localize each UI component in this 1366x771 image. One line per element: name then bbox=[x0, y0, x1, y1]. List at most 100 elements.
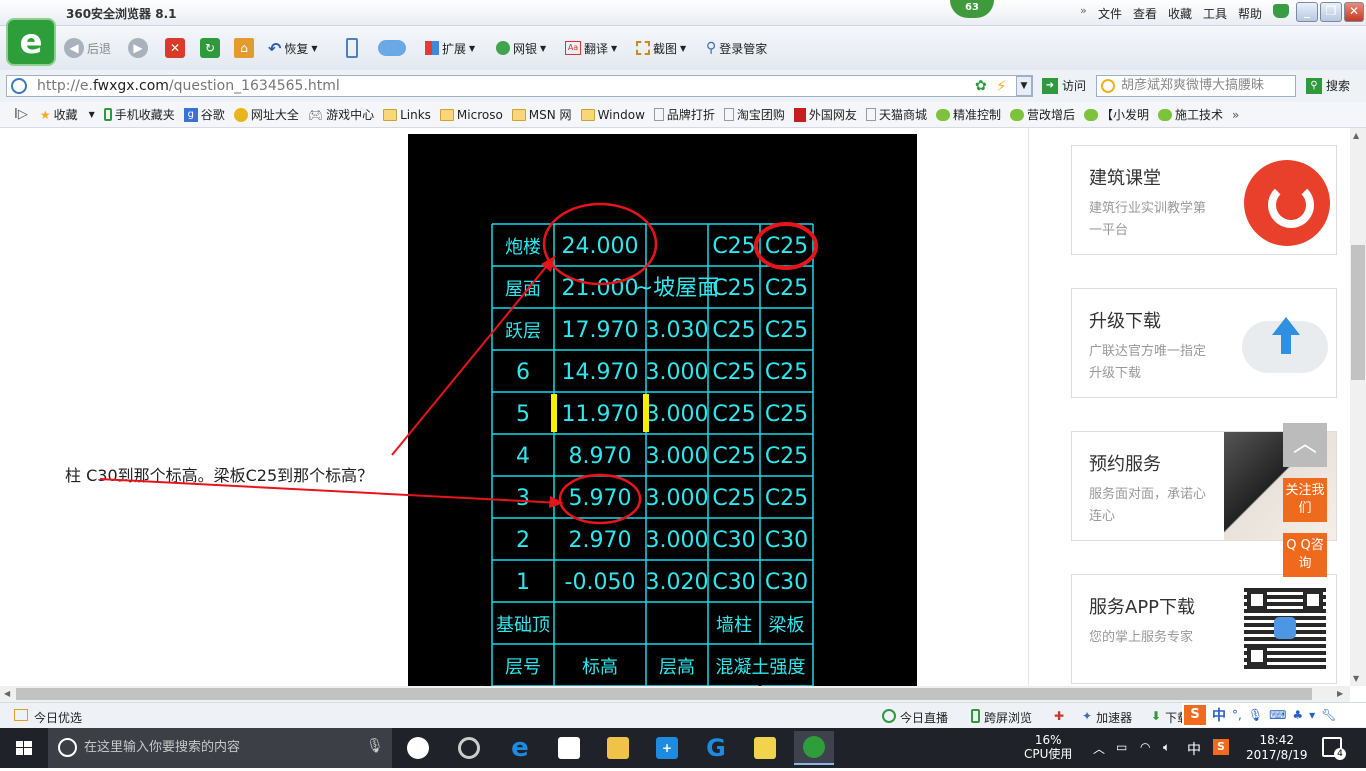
go-button[interactable]: ➜ 访问 bbox=[1042, 77, 1086, 94]
card-upgrade-download[interactable]: 升级下载 广联达官方唯一指定升级下载 bbox=[1071, 288, 1337, 398]
wifi-icon[interactable]: ◠ bbox=[1140, 740, 1150, 754]
fav-collect[interactable]: ★ 收藏 ▼ bbox=[40, 106, 95, 123]
refresh-icon: ↻ bbox=[200, 38, 220, 58]
back-button[interactable]: ◀ 后退 bbox=[64, 36, 111, 60]
fav-item[interactable]: 精准控制 bbox=[935, 106, 1001, 123]
fav-item[interactable]: Window bbox=[580, 108, 645, 122]
bank-button[interactable]: 网银 ▼ bbox=[496, 36, 546, 60]
skin-shirt-icon[interactable] bbox=[1273, 4, 1289, 18]
shirt-icon: ▾ bbox=[1309, 708, 1316, 722]
fav-item[interactable]: 天猫商城 bbox=[865, 106, 927, 123]
back-to-top-button[interactable]: ︿ bbox=[1283, 423, 1327, 467]
scroll-right-icon[interactable]: ▶ bbox=[1337, 689, 1343, 698]
qq-consult-button[interactable]: Q Q咨询 bbox=[1283, 533, 1327, 577]
scroll-down-icon[interactable]: ▼ bbox=[1353, 674, 1359, 683]
menu-tools[interactable]: 工具 bbox=[1203, 5, 1227, 22]
taskbar-app-store[interactable] bbox=[549, 731, 589, 765]
fav-item[interactable]: 网址大全 bbox=[233, 106, 299, 123]
cpu-meter[interactable]: 16% CPU使用 bbox=[1024, 733, 1072, 761]
fav-item[interactable]: 外国网友 bbox=[793, 106, 857, 123]
card-app-download[interactable]: 服务APP下载 您的掌上服务专家 bbox=[1071, 574, 1337, 684]
sogou-tray-icon[interactable]: S bbox=[1213, 739, 1229, 755]
more-chevron-icon[interactable]: » bbox=[1232, 108, 1239, 122]
back-label: 后退 bbox=[87, 41, 112, 56]
cad-header-cell: 层号 bbox=[505, 657, 541, 678]
fav-item[interactable]: Links bbox=[383, 108, 431, 122]
cad-cell: 5 bbox=[516, 402, 530, 427]
menu-view[interactable]: 查看 bbox=[1133, 5, 1157, 22]
follow-us-button[interactable]: 关注我们 bbox=[1283, 478, 1327, 522]
sidebar-toggle-icon[interactable]: I▷ bbox=[14, 107, 28, 122]
compat-mode-icon[interactable]: ✿ bbox=[975, 78, 987, 94]
taskbar-app-notes[interactable] bbox=[745, 731, 785, 765]
menu-file[interactable]: 文件 bbox=[1098, 5, 1122, 22]
url-input[interactable]: http://e. fwxgx.com/question_1634565.html bbox=[6, 75, 1033, 97]
card-building-class[interactable]: 建筑课堂 建筑行业实训教学第一平台 bbox=[1071, 145, 1337, 255]
restore-button[interactable]: ↶ 恢复 ▼ bbox=[268, 36, 318, 60]
login-manager-button[interactable]: ⚲ 登录管家 bbox=[706, 36, 767, 60]
battery-icon[interactable]: ▭ bbox=[1116, 740, 1127, 754]
ime-indicator[interactable]: 中 bbox=[1187, 739, 1201, 759]
medical-kit-icon[interactable]: ✚ bbox=[1054, 709, 1064, 723]
horizontal-scroll-thumb[interactable] bbox=[16, 688, 1312, 700]
ime-toolbar[interactable]: S 中 °, 🎙︎ ⌨ ♣ ▾ 🔧︎ bbox=[1182, 703, 1366, 727]
scroll-left-icon[interactable]: ◀ bbox=[4, 689, 10, 698]
menu-help[interactable]: 帮助 bbox=[1238, 5, 1262, 22]
url-dropdown-icon[interactable]: ▼ bbox=[1016, 76, 1032, 96]
search-engine-icon[interactable] bbox=[1101, 79, 1115, 93]
fav-label: 外国网友 bbox=[808, 108, 857, 122]
screenshot-button[interactable]: 截图 ▼ bbox=[636, 36, 686, 60]
volume-icon[interactable]: 🔈︎ bbox=[1163, 740, 1170, 755]
fav-item[interactable]: 手机收藏夹 bbox=[103, 106, 175, 123]
taskbar-app-glodon[interactable]: G bbox=[696, 731, 736, 765]
refresh-button[interactable]: ↻ bbox=[200, 36, 220, 60]
cross-screen-button[interactable]: 跨屏浏览 bbox=[971, 709, 1032, 726]
cloud-button[interactable] bbox=[378, 36, 406, 60]
fav-item[interactable]: 🎮︎ 游戏中心 bbox=[308, 106, 374, 123]
fav-item[interactable]: 【小发明 bbox=[1083, 106, 1149, 123]
taskbar-app-360-browser[interactable] bbox=[794, 731, 834, 765]
taskbar-app-plus[interactable]: + bbox=[647, 731, 687, 765]
app-title: 360安全浏览器 8.1 bbox=[66, 7, 177, 21]
home-button[interactable]: ⌂ bbox=[234, 36, 254, 60]
fav-item[interactable]: g 谷歌 bbox=[183, 106, 225, 123]
close-button[interactable]: ✕ bbox=[1344, 2, 1364, 22]
menu-chevron-icon[interactable]: » bbox=[1080, 4, 1087, 17]
accelerator-button[interactable]: ✦ 加速器 bbox=[1082, 709, 1132, 726]
maximize-button[interactable]: ❐ bbox=[1320, 2, 1342, 22]
taskbar-app-pinwheel[interactable] bbox=[398, 731, 438, 765]
taskbar-app-edge[interactable]: e bbox=[500, 731, 540, 765]
forward-button[interactable]: ▶ bbox=[128, 36, 148, 60]
taskbar-app-browser-alt[interactable] bbox=[449, 731, 489, 765]
taskbar-app-explorer[interactable] bbox=[598, 731, 638, 765]
fav-item[interactable]: 营改增后 bbox=[1009, 106, 1075, 123]
fav-item[interactable]: 品牌打折 bbox=[653, 106, 715, 123]
today-picks-button[interactable]: 今日优选 bbox=[14, 709, 82, 726]
scroll-up-icon[interactable]: ▲ bbox=[1353, 131, 1359, 140]
clock[interactable]: 18:42 2017/8/19 bbox=[1246, 733, 1308, 763]
search-input[interactable]: 胡彦斌郑爽微博大搞腰昧 bbox=[1096, 75, 1296, 97]
taskbar-search[interactable]: 在这里输入你要搜索的内容 bbox=[48, 728, 392, 768]
mobile-button[interactable] bbox=[346, 36, 358, 60]
translate-button[interactable]: Aa 翻译 ▼ bbox=[565, 36, 617, 60]
cad-table-drawing: 炮楼 24.000 C25 C25屋面 21.000~坡屋面C25 C25跃层 17.970… bbox=[491, 202, 818, 687]
fav-item[interactable]: 施工技术 bbox=[1158, 106, 1223, 123]
home-icon: ⌂ bbox=[234, 38, 254, 58]
today-live-button[interactable]: 今日直播 bbox=[882, 709, 948, 726]
lightning-icon[interactable]: ⚡ bbox=[996, 77, 1007, 95]
tray-expand-icon[interactable]: ︿ bbox=[1093, 740, 1105, 757]
bank-label: 网银 bbox=[513, 41, 538, 56]
start-button[interactable] bbox=[0, 728, 48, 768]
stop-button[interactable]: ✕ bbox=[165, 36, 185, 60]
menu-favorites[interactable]: 收藏 bbox=[1168, 5, 1192, 22]
vertical-scrollbar[interactable] bbox=[1350, 128, 1366, 686]
vertical-scroll-thumb[interactable] bbox=[1351, 245, 1365, 380]
fav-item[interactable]: MSN 网 bbox=[511, 106, 572, 123]
minimize-button[interactable]: _ bbox=[1296, 2, 1318, 22]
cad-cell: 2.970 bbox=[569, 528, 632, 553]
fav-item[interactable]: Microso bbox=[439, 108, 503, 122]
fav-item[interactable]: 淘宝团购 bbox=[723, 106, 785, 123]
microphone-icon[interactable]: 🎙︎ bbox=[366, 738, 384, 754]
search-button[interactable]: ⚲ 搜索 bbox=[1306, 77, 1350, 94]
extensions-button[interactable]: 扩展 ▼ bbox=[425, 36, 475, 60]
